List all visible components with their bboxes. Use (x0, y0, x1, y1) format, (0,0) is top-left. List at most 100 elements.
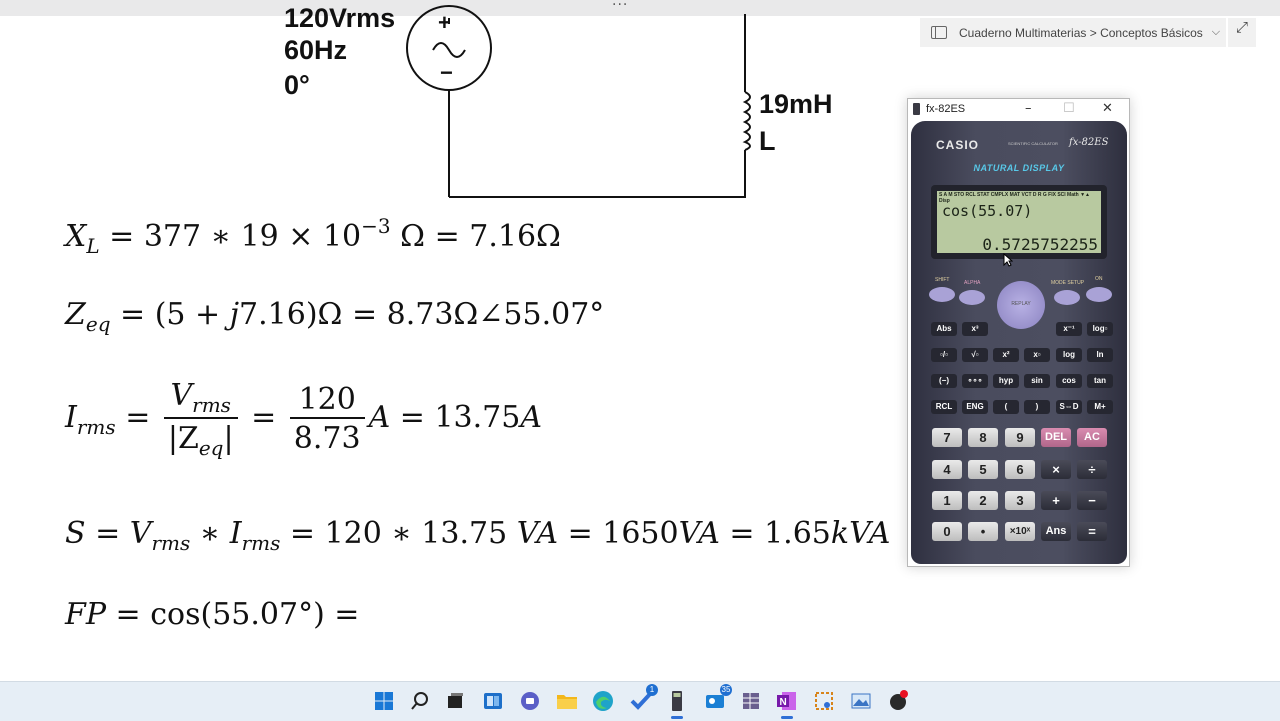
key-4[interactable]: 4 (932, 460, 962, 479)
key-6[interactable]: 6 (1005, 460, 1035, 479)
calculator-model: fx-82ES (1069, 137, 1109, 148)
key-sin[interactable]: sin (1024, 374, 1050, 388)
todo-icon[interactable]: 1 (628, 684, 658, 714)
key-divide[interactable]: ÷ (1077, 460, 1107, 479)
task-view-icon[interactable] (442, 688, 468, 714)
casio-logo: CASIO (936, 138, 980, 152)
display-expression: cos(55.07) (942, 202, 1033, 220)
source-voltage-label: 120Vrms (284, 3, 396, 33)
key-ln[interactable]: ln (1087, 348, 1113, 362)
key-multiply[interactable]: × (1041, 460, 1071, 479)
fraction-120-over-873: 120 8.73 (289, 382, 365, 456)
mouse-cursor-icon (1003, 253, 1013, 267)
on-label: ON (1095, 276, 1103, 282)
replay-pad[interactable]: REPLAY (997, 281, 1045, 329)
expand-icon[interactable]: ⤢ (1228, 18, 1256, 47)
calculator-window[interactable]: fx-82ES – ☐ ✕ CASIO SCIENTIFIC CALCULATO… (907, 98, 1130, 567)
key-log-base[interactable]: log▫ (1087, 322, 1113, 336)
key-ac[interactable]: AC (1077, 428, 1107, 447)
photos-icon[interactable] (848, 688, 874, 714)
key-eng[interactable]: ENG (962, 400, 988, 414)
key-sqrt[interactable]: √▫ (962, 348, 988, 362)
onenote-icon[interactable]: N (774, 688, 800, 719)
shift-key[interactable] (929, 287, 955, 302)
close-icon[interactable]: ✕ (1102, 101, 1113, 116)
widgets-icon[interactable] (480, 688, 506, 714)
inductor-name-label: L (759, 126, 776, 156)
equation-current: Irms = Vrms |Zeq| = 120 8.73 A = 13.75A (65, 378, 543, 460)
key-5[interactable]: 5 (968, 460, 998, 479)
key-x-cubed[interactable]: x³ (962, 322, 988, 336)
windows-start-icon[interactable] (371, 688, 397, 714)
equation-power-factor: FP = cos(55.07°) = (65, 597, 360, 632)
calculator-window-title: fx-82ES (926, 103, 966, 115)
on-key[interactable] (1086, 287, 1112, 302)
key-abs[interactable]: Abs (931, 322, 957, 336)
key-0[interactable]: 0 (932, 522, 962, 541)
calculator-titlebar[interactable]: fx-82ES – ☐ ✕ (908, 99, 1129, 119)
key-3[interactable]: 3 (1005, 491, 1035, 510)
calculator-app-icon (913, 103, 920, 115)
outlook-badge: 35 (720, 684, 732, 696)
key-close-paren[interactable]: ) (1024, 400, 1050, 414)
outlook-icon[interactable]: 35 (702, 684, 732, 714)
key-hyp[interactable]: hyp (993, 374, 1019, 388)
key-ans[interactable]: Ans (1041, 522, 1071, 541)
chevron-down-icon[interactable]: ⌵ (1212, 26, 1220, 39)
key-negative[interactable]: (−) (931, 374, 957, 388)
inductor-coil (742, 91, 751, 151)
key-open-paren[interactable]: ( (993, 400, 1019, 414)
key-2[interactable]: 2 (968, 491, 998, 510)
alpha-label: ALPHA (964, 280, 981, 286)
calculator-display: S A M STO RCL STAT CMPLX MAT VCT D R G F… (937, 191, 1101, 254)
key-m-plus[interactable]: M+ (1087, 400, 1113, 414)
key-minus[interactable]: − (1077, 491, 1107, 510)
svg-text:N: N (780, 697, 787, 708)
taskbar: 1 35 N (0, 681, 1280, 721)
equation-impedance: Zeq = (5 + j7.16)Ω = 8.73Ω∠55.07° (65, 297, 605, 336)
mode-label: MODE SETUP (1051, 280, 1085, 286)
key-log[interactable]: log (1056, 348, 1082, 362)
source-frequency-label: 60Hz (284, 35, 348, 65)
equation-apparent-power: S = Vrms ∗ Irms = 120 ∗ 13.75 VA = 1650V… (65, 516, 891, 555)
key-9[interactable]: 9 (1005, 428, 1035, 447)
key-7[interactable]: 7 (932, 428, 962, 447)
ac-source-wave (432, 42, 466, 58)
search-icon[interactable] (407, 688, 433, 714)
minimize-icon[interactable]: – (1025, 101, 1032, 116)
recorder-icon[interactable] (885, 688, 911, 714)
source-minus-sign: − (440, 60, 453, 85)
source-plus-sign: + (438, 10, 451, 35)
active-indicator (671, 716, 683, 719)
key-degrees[interactable]: ∘∘∘ (962, 374, 988, 388)
alpha-key[interactable] (959, 290, 985, 305)
notebook-icon (931, 26, 947, 39)
key-8[interactable]: 8 (968, 428, 998, 447)
calculator-app-icon[interactable] (664, 688, 690, 719)
key-fraction[interactable]: ▫/▫ (931, 348, 957, 362)
notebook-breadcrumb[interactable]: Cuaderno Multimaterias > Conceptos Básic… (920, 18, 1226, 47)
key-tan[interactable]: tan (1087, 374, 1113, 388)
spreadsheet-icon[interactable] (738, 688, 764, 714)
snipping-tool-icon[interactable] (811, 688, 837, 714)
calculator-body: CASIO SCIENTIFIC CALCULATOR fx-82ES NATU… (911, 121, 1127, 564)
natural-display-label: NATURAL DISPLAY (973, 163, 1065, 173)
key-del[interactable]: DEL (1041, 428, 1071, 447)
key-1[interactable]: 1 (932, 491, 962, 510)
equation-reactance: XL = 377 ∗ 19 × 10−3 Ω = 7.16Ω (65, 214, 561, 258)
key-cos[interactable]: cos (1056, 374, 1082, 388)
edge-browser-icon[interactable] (590, 688, 616, 714)
key-equals[interactable]: = (1077, 522, 1107, 541)
key-x-squared[interactable]: x² (993, 348, 1019, 362)
key-plus[interactable]: + (1041, 491, 1071, 510)
file-explorer-icon[interactable] (554, 688, 580, 714)
key-decimal[interactable]: • (968, 522, 998, 541)
teams-chat-icon[interactable] (517, 688, 543, 714)
key-x-inverse[interactable]: x⁻¹ (1056, 322, 1082, 336)
key-times-ten-power[interactable]: ×10ˣ (1005, 522, 1035, 541)
sci-calculator-label: SCIENTIFIC CALCULATOR (1008, 141, 1058, 146)
mode-key[interactable] (1054, 290, 1080, 305)
key-rcl[interactable]: RCL (931, 400, 957, 414)
key-s-to-d[interactable]: S⇔D (1056, 400, 1082, 414)
key-x-power[interactable]: x▫ (1024, 348, 1050, 362)
